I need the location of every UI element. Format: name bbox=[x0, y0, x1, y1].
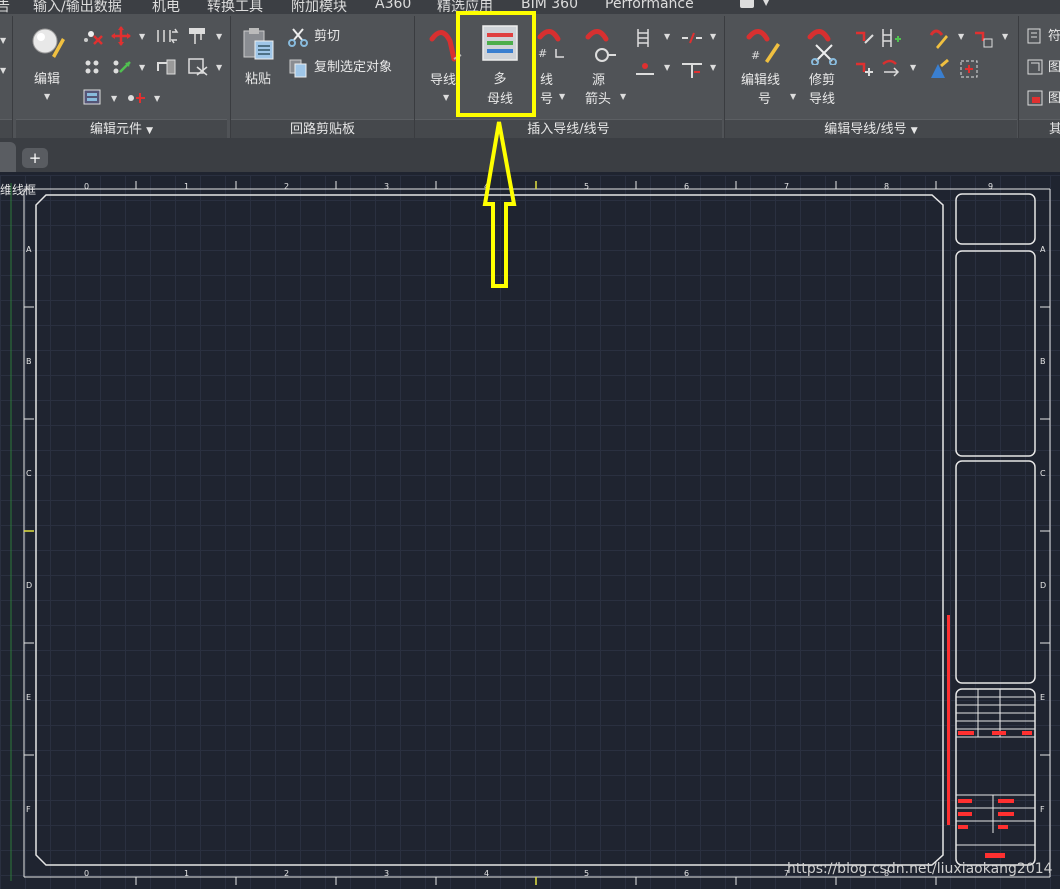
edit-button-label[interactable]: 编辑 bbox=[30, 70, 64, 89]
edit-wire-number-label-line1[interactable]: 编辑线 bbox=[741, 71, 780, 90]
cut-button-label[interactable]: 剪切 bbox=[314, 27, 340, 46]
edit-wire-type-dropdown-icon[interactable]: ▼ bbox=[958, 32, 964, 41]
chevron-down-icon[interactable]: ▼ bbox=[763, 0, 769, 7]
edit-wire-number-icon[interactable]: # bbox=[745, 27, 781, 65]
paste-button-label[interactable]: 粘贴 bbox=[240, 70, 276, 89]
align-component-icon[interactable] bbox=[187, 26, 209, 46]
trim-wire-label-line1[interactable]: 修剪 bbox=[809, 71, 835, 90]
menu-item-mep[interactable]: 机电 bbox=[152, 0, 180, 14]
source-arrow-label-line1[interactable]: 源 bbox=[592, 71, 605, 90]
wire-color-icon[interactable] bbox=[928, 58, 950, 80]
svg-text:#: # bbox=[751, 49, 760, 62]
menu-item-performance[interactable]: Performance bbox=[605, 0, 694, 12]
align-dropdown-icon[interactable]: ▼ bbox=[216, 32, 222, 41]
drawing-list-icon[interactable] bbox=[1026, 89, 1044, 107]
svg-text:#: # bbox=[538, 47, 547, 60]
menu-item-a360[interactable]: A360 bbox=[375, 0, 411, 12]
wire-break-icon[interactable] bbox=[680, 27, 704, 49]
ladder-dropdown-icon[interactable]: ▼ bbox=[664, 32, 670, 41]
edit-component-icon[interactable] bbox=[30, 26, 66, 62]
source-arrow-icon[interactable] bbox=[584, 27, 618, 65]
move-attribute-icon[interactable] bbox=[125, 88, 147, 108]
swap-wire-number-icon[interactable] bbox=[880, 58, 902, 80]
move-attribute-dropdown-icon[interactable]: ▼ bbox=[154, 94, 160, 103]
drawing-icon[interactable] bbox=[1026, 58, 1044, 76]
chevron-down-icon: ▼ bbox=[146, 126, 154, 136]
right-item-3-label[interactable]: 图 bbox=[1048, 89, 1060, 108]
scoot-component-icon[interactable] bbox=[110, 57, 132, 77]
wire-gap-dropdown-icon[interactable]: ▼ bbox=[1002, 32, 1008, 41]
move-dropdown-icon[interactable]: ▼ bbox=[139, 32, 145, 41]
wire-gap-icon[interactable] bbox=[972, 27, 994, 49]
edit-wire-footer[interactable]: 编辑导线/线号 ▼ bbox=[725, 119, 1017, 140]
right-panel-footer: 其 bbox=[1019, 119, 1060, 139]
copy-component-icon[interactable] bbox=[82, 57, 104, 77]
copy-selected-icon[interactable] bbox=[288, 58, 308, 78]
edit-component-footer-label: 编辑元件 bbox=[89, 122, 142, 137]
trim-wire-label-line2[interactable]: 导线 bbox=[809, 90, 835, 109]
left-partial-panel: ▼ ▼ bbox=[0, 36, 7, 75]
insert-wire-footer: 插入导线/线号 bbox=[415, 119, 722, 140]
menu-item-addins[interactable]: 附加模块 bbox=[291, 0, 347, 14]
edit-wire-type-icon[interactable] bbox=[928, 27, 950, 49]
ladder-wire-icon[interactable] bbox=[880, 27, 902, 49]
flip-wire-number-icon[interactable] bbox=[853, 27, 875, 49]
wire-dropdown-icon[interactable]: ▼ bbox=[443, 93, 449, 102]
camera-icon[interactable] bbox=[740, 0, 754, 8]
scoot-dropdown-icon[interactable]: ▼ bbox=[139, 63, 145, 72]
clipboard-footer: 回路剪贴板 bbox=[231, 119, 414, 140]
paste-icon[interactable] bbox=[241, 27, 277, 63]
wire-sequence-icon[interactable] bbox=[958, 58, 980, 80]
scissors-icon[interactable] bbox=[288, 27, 308, 47]
edit-wire-footer-label: 编辑导线/线号 bbox=[824, 122, 907, 137]
multi-bus-highlight bbox=[456, 11, 536, 117]
wire-tee-icon[interactable] bbox=[680, 58, 704, 80]
move-component-icon[interactable] bbox=[110, 26, 132, 46]
attribute-dropdown-icon[interactable]: ▼ bbox=[111, 94, 117, 103]
wire-number-label-line1[interactable]: 线 bbox=[540, 71, 553, 90]
annotation-up-arrow bbox=[482, 121, 517, 288]
trim-wire-icon[interactable] bbox=[806, 27, 842, 66]
swap-wire-dropdown-icon[interactable]: ▼ bbox=[910, 63, 916, 72]
wire-number-icon[interactable]: # bbox=[536, 27, 570, 65]
swap-component-icon[interactable] bbox=[155, 26, 179, 46]
file-tab-strip bbox=[0, 138, 1060, 172]
copy-selected-label[interactable]: 复制选定对象 bbox=[314, 58, 392, 77]
edit-wire-number-dropdown-icon[interactable]: ▼ bbox=[790, 92, 796, 101]
wire-break-dropdown-icon[interactable]: ▼ bbox=[710, 32, 716, 41]
edit-dropdown-icon[interactable]: ▼ bbox=[44, 92, 50, 101]
attribute-edit-icon[interactable] bbox=[82, 88, 104, 108]
chevron-down-icon: ▼ bbox=[910, 126, 918, 136]
cross-reference-dropdown-icon[interactable]: ▼ bbox=[664, 63, 670, 72]
right-item-1-label[interactable]: 符 bbox=[1048, 27, 1060, 46]
erase-attribute-icon[interactable] bbox=[187, 57, 209, 77]
erase-dropdown-icon[interactable]: ▼ bbox=[216, 63, 222, 72]
wire-number-label-line2[interactable]: 号 bbox=[540, 90, 553, 109]
toggle-no-nc-icon[interactable] bbox=[155, 57, 179, 77]
menu-item-0[interactable]: 告 bbox=[0, 0, 10, 14]
edit-wire-number-label-line2[interactable]: 号 bbox=[758, 90, 771, 109]
symbol-icon[interactable] bbox=[1026, 27, 1044, 45]
edit-component-footer[interactable]: 编辑元件 ▼ bbox=[16, 119, 227, 140]
panel-separator bbox=[12, 16, 13, 138]
cross-reference-icon[interactable] bbox=[634, 58, 656, 80]
drawing-sheet bbox=[10, 181, 1051, 885]
watermark-text: https://blog.csdn.net/liuxiaokang2014 bbox=[787, 861, 1053, 877]
wire-button-label[interactable]: 导线 bbox=[430, 71, 456, 90]
new-tab-button[interactable]: + bbox=[22, 148, 48, 168]
active-file-tab[interactable] bbox=[0, 142, 16, 172]
wire-tee-dropdown-icon[interactable]: ▼ bbox=[710, 63, 716, 72]
move-wire-number-icon[interactable] bbox=[853, 58, 875, 80]
right-item-2-label[interactable]: 图 bbox=[1048, 58, 1060, 77]
menu-item-io[interactable]: 输入/输出数据 bbox=[33, 0, 122, 14]
delete-component-icon[interactable] bbox=[82, 26, 104, 46]
menu-item-convert[interactable]: 转换工具 bbox=[207, 0, 263, 14]
ladder-icon[interactable] bbox=[634, 27, 656, 49]
wire-number-dropdown-icon[interactable]: ▼ bbox=[559, 92, 565, 101]
source-arrow-label-line2[interactable]: 箭头 bbox=[585, 90, 611, 109]
source-arrow-dropdown-icon[interactable]: ▼ bbox=[620, 92, 626, 101]
left-partial-footer bbox=[0, 119, 12, 140]
